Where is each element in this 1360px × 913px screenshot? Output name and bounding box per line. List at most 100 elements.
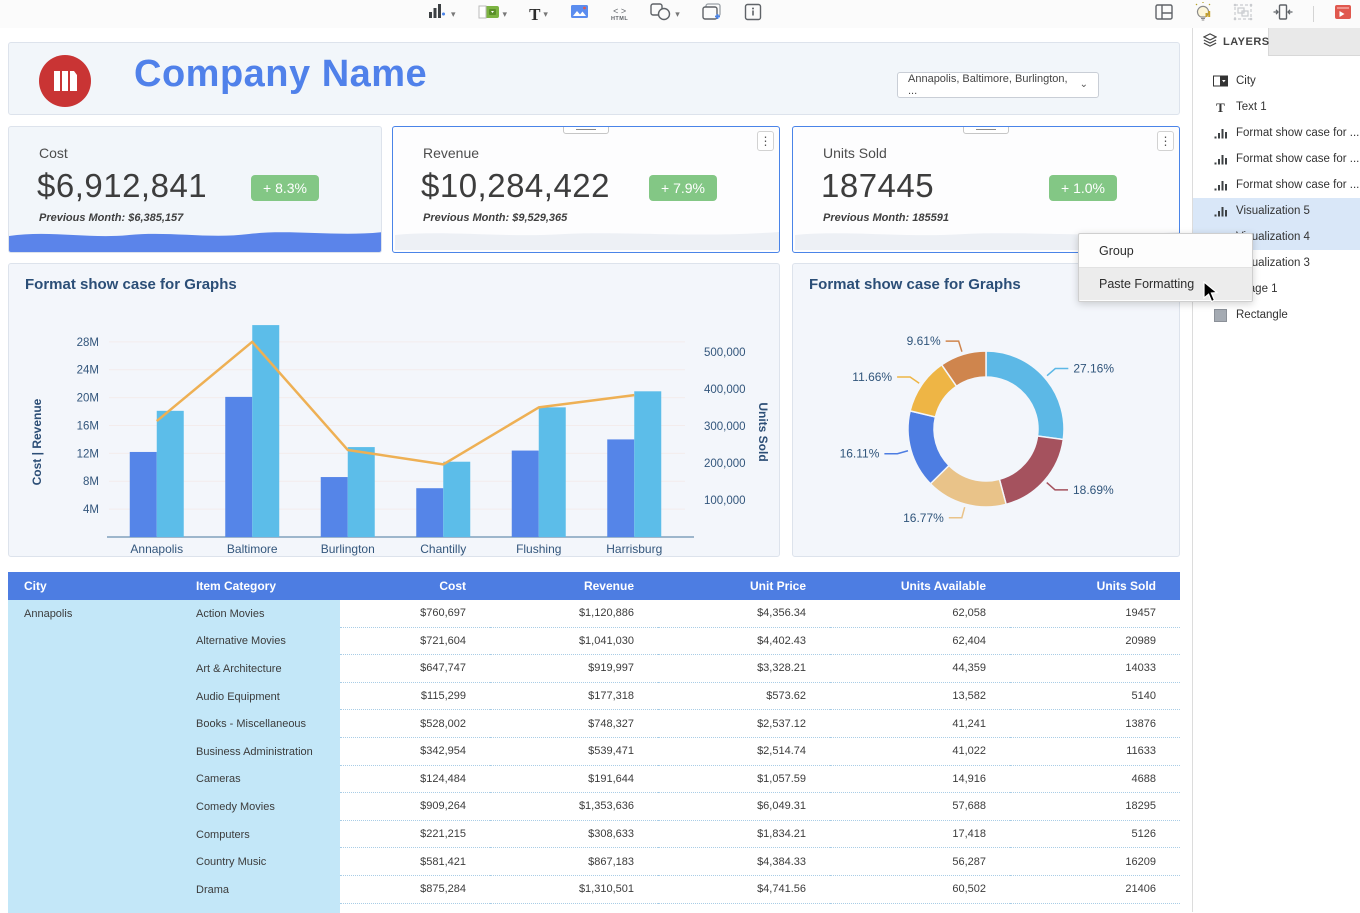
table-cell: 13876 — [1010, 710, 1180, 738]
table-header-row: CityItem CategoryCostRevenueUnit PriceUn… — [8, 572, 1180, 600]
chart-icon — [1213, 179, 1228, 191]
svg-text:100,000: 100,000 — [704, 495, 746, 507]
layer-item-text-1[interactable]: TText 1 — [1193, 94, 1360, 120]
table-cell: 60,502 — [830, 876, 1010, 904]
donut-chart-card[interactable]: Format show case for Graphs 27.16%18.69%… — [792, 263, 1180, 557]
layer-item-visualization-5[interactable]: Visualization 5 — [1193, 198, 1360, 224]
svg-text:8M: 8M — [83, 476, 99, 488]
table-cell: 44,359 — [830, 655, 1010, 683]
kpi-label: Units Sold — [823, 145, 887, 161]
present-button[interactable] — [1334, 4, 1352, 25]
ideas-button[interactable] — [1193, 2, 1213, 26]
table-cell: 13,582 — [830, 683, 1010, 711]
table-row[interactable]: Computers$221,215$308,633$1,834.2117,418… — [8, 821, 1180, 849]
svg-text:500,000: 500,000 — [704, 347, 746, 359]
kpi-card-cost[interactable]: Cost $6,912,841 + 8.3% Previous Month: $… — [8, 126, 382, 253]
table-cell: 5140 — [1010, 683, 1180, 711]
table-row[interactable]: Comedy Movies$909,264$1,353,636$6,049.31… — [8, 793, 1180, 821]
fit-screen-button[interactable] — [1273, 3, 1293, 26]
layer-item-format-show-case-for[interactable]: Format show case for ... — [1193, 146, 1360, 172]
layer-item-rectangle[interactable]: Rectangle — [1193, 302, 1360, 328]
table-cell: 19457 — [1010, 600, 1180, 628]
table-header-cell[interactable]: City — [8, 572, 180, 600]
color-theme-button[interactable]: ▾ — [478, 5, 508, 24]
add-frame-button[interactable] — [702, 3, 722, 26]
table-row[interactable]: Books - Miscellaneous$528,002$748,327$2,… — [8, 710, 1180, 738]
table-header-cell[interactable]: Item Category — [180, 572, 340, 600]
group-objects-icon — [1233, 3, 1253, 26]
layer-item-format-show-case-for[interactable]: Format show case for ... — [1193, 172, 1360, 198]
table-cell — [8, 766, 180, 794]
table-cell — [8, 876, 180, 904]
table-header-cell[interactable]: Cost — [340, 572, 490, 600]
donut-chart: 27.16%18.69%16.77%16.11%11.66%9.61% — [793, 290, 1179, 556]
add-html-button[interactable]: < > HTML — [611, 7, 628, 22]
design-canvas[interactable]: Company Name Annapolis, Baltimore, Burli… — [0, 28, 1192, 912]
menu-item-group[interactable]: Group — [1079, 235, 1252, 267]
table-cell: Alternative Movies — [180, 628, 340, 656]
tab-layers[interactable]: LAYERS — [1193, 28, 1269, 56]
add-frame-icon — [702, 3, 722, 26]
table-cell: 41,022 — [830, 738, 1010, 766]
layout-button[interactable] — [1155, 4, 1173, 25]
add-shape-button[interactable]: ▾ — [650, 3, 680, 26]
bar-line-chart-card[interactable]: Format show case for Graphs 4M8M12M16M20… — [8, 263, 780, 557]
table-row[interactable]: Art & Architecture$647,747$919,997$3,328… — [8, 655, 1180, 683]
group-objects-button[interactable] — [1233, 3, 1253, 26]
more-options-button[interactable]: ⋮ — [757, 131, 774, 151]
table-cell — [8, 655, 180, 683]
city-filter-dropdown[interactable]: Annapolis, Baltimore, Burlington, ... ⌄ — [897, 72, 1099, 98]
table-cell: $539,471 — [490, 738, 658, 766]
kpi-card-revenue[interactable]: ⋮ Revenue $10,284,422 + 7.9% Previous Mo… — [392, 126, 780, 253]
table-cell: $748,327 — [490, 710, 658, 738]
table-cell — [8, 793, 180, 821]
table-cell: 21406 — [1010, 876, 1180, 904]
table-header-cell[interactable]: Units Sold — [1010, 572, 1180, 600]
chart-icon — [1213, 153, 1228, 165]
dashboard-header-card[interactable]: Company Name Annapolis, Baltimore, Burli… — [8, 42, 1180, 115]
add-image-button[interactable] — [570, 4, 589, 24]
add-chart-icon — [428, 3, 448, 26]
table-cell: $581,421 — [340, 848, 490, 876]
chevron-down-icon: ▾ — [675, 10, 680, 19]
fit-screen-icon — [1273, 3, 1293, 26]
table-header-cell[interactable]: Units Available — [830, 572, 1010, 600]
table-cell: Cameras — [180, 766, 340, 794]
layer-item-city[interactable]: City — [1193, 68, 1360, 94]
add-text-button[interactable]: T ▾ — [529, 6, 548, 23]
table-row[interactable]: Alternative Movies$721,604$1,041,030$4,4… — [8, 628, 1180, 656]
table-cell: $1,041,030 — [490, 628, 658, 656]
table-cell: $115,299 — [340, 683, 490, 711]
add-text-icon: T — [529, 6, 540, 23]
table-cell: $4,384.33 — [658, 848, 830, 876]
add-chart-button[interactable]: ▾ — [428, 3, 456, 26]
layer-item-label: Rectangle — [1236, 309, 1288, 321]
drag-handle[interactable] — [963, 126, 1009, 134]
table-header-cell[interactable]: Unit Price — [658, 572, 830, 600]
table-row[interactable]: Drama$875,284$1,310,501$4,741.5660,50221… — [8, 876, 1180, 904]
menu-item-paste-formatting[interactable]: Paste Formatting — [1079, 268, 1252, 300]
svg-text:Units Sold: Units Sold — [756, 402, 770, 461]
table-cell — [8, 821, 180, 849]
layout-icon — [1155, 4, 1173, 25]
table-row[interactable]: AnnapolisAction Movies$760,697$1,120,886… — [8, 600, 1180, 628]
drag-handle[interactable] — [563, 126, 609, 134]
svg-text:200,000: 200,000 — [704, 458, 746, 470]
table-cell: 14033 — [1010, 655, 1180, 683]
data-table[interactable]: CityItem CategoryCostRevenueUnit PriceUn… — [8, 572, 1180, 913]
table-row[interactable]: Audio Equipment$115,299$177,318$573.6213… — [8, 683, 1180, 711]
table-row[interactable]: Cameras$124,484$191,644$1,057.5914,91646… — [8, 766, 1180, 794]
svg-text:Harrisburg: Harrisburg — [606, 542, 662, 556]
more-options-button[interactable]: ⋮ — [1157, 131, 1174, 151]
table-cell: $191,644 — [490, 766, 658, 794]
table-cell: $124,484 — [340, 766, 490, 794]
svg-text:16M: 16M — [77, 420, 99, 432]
table-row[interactable]: Business Administration$342,954$539,471$… — [8, 738, 1180, 766]
table-header-cell[interactable]: Revenue — [490, 572, 658, 600]
add-infographic-button[interactable] — [744, 3, 762, 26]
svg-text:28M: 28M — [77, 337, 99, 349]
table-cell: $721,604 — [340, 628, 490, 656]
layer-item-format-show-case-for[interactable]: Format show case for ... — [1193, 120, 1360, 146]
table-cell: Audio Equipment — [180, 683, 340, 711]
table-row[interactable]: Country Music$581,421$867,183$4,384.3356… — [8, 848, 1180, 876]
